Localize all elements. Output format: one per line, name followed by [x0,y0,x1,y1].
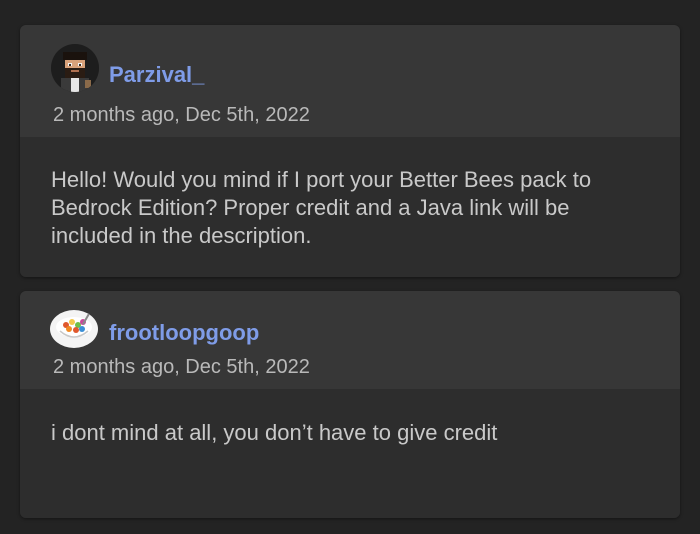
comment-header: frootloopgoop 2 months ago, Dec 5th, 202… [20,291,680,389]
comment-timestamp: 2 months ago, Dec 5th, 2022 [53,356,310,378]
comment-card: Parzival_ 2 months ago, Dec 5th, 2022 He… [20,25,680,277]
comment-text: i dont mind at all, you don’t have to gi… [51,420,498,445]
cereal-bowl-avatar-icon[interactable] [49,309,99,349]
comment-body: Hello! Would you mind if I port your Bet… [20,137,680,277]
pixel-character-avatar-icon[interactable] [51,44,99,92]
comment-card: frootloopgoop 2 months ago, Dec 5th, 202… [20,291,680,518]
username-link[interactable]: Parzival_ [109,62,204,88]
comment-header: Parzival_ 2 months ago, Dec 5th, 2022 [20,25,680,137]
comment-body: i dont mind at all, you don’t have to gi… [20,389,680,518]
comment-timestamp: 2 months ago, Dec 5th, 2022 [53,104,310,126]
username-link[interactable]: frootloopgoop [109,320,259,346]
comment-text: Hello! Would you mind if I port your Bet… [51,167,592,248]
